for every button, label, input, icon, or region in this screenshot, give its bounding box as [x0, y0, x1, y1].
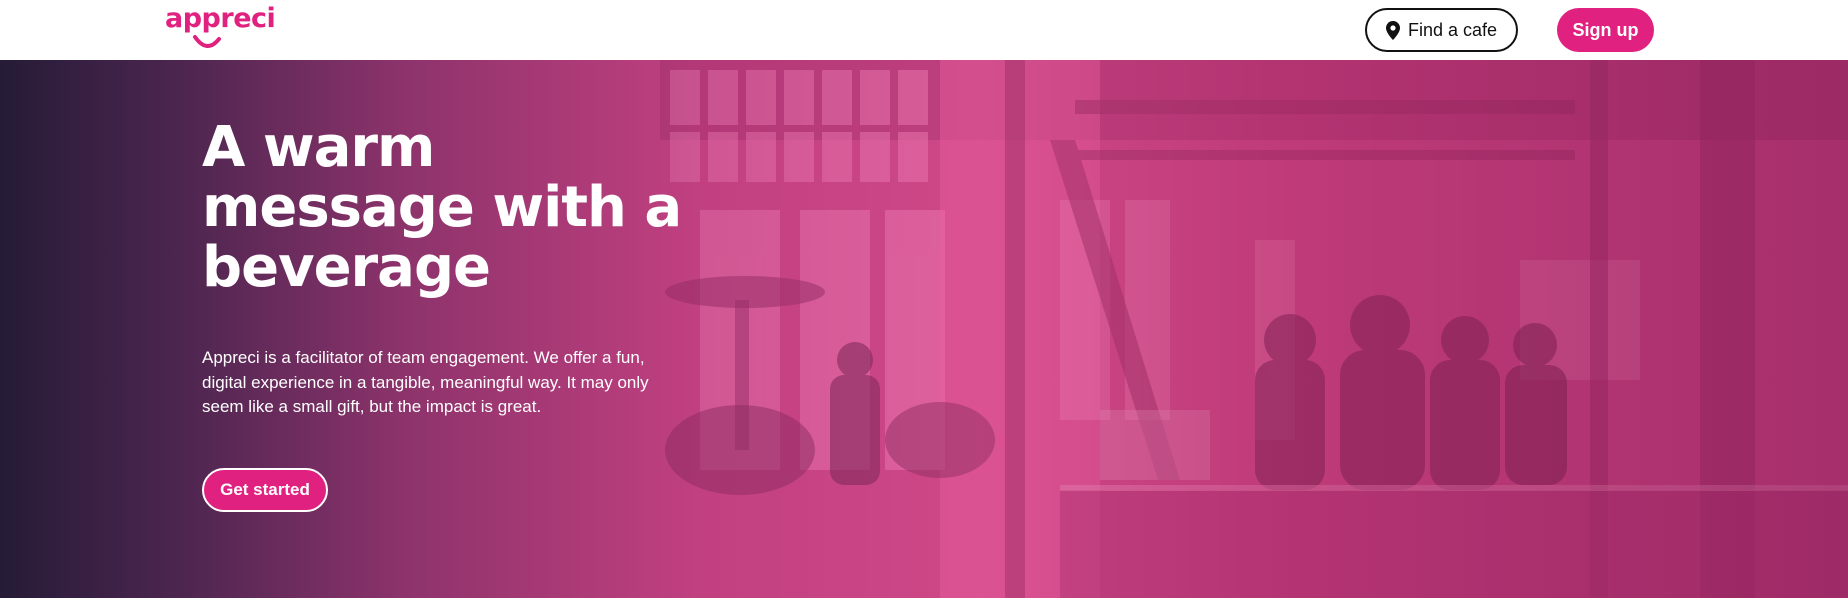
- sign-up-button[interactable]: Sign up: [1557, 8, 1654, 52]
- hero-title: A warm message with a beverage: [202, 115, 682, 300]
- find-cafe-label: Find a cafe: [1407, 19, 1498, 40]
- map-pin-icon: [1385, 20, 1400, 40]
- hero-section: A warm message with a beverage Appreci i…: [0, 60, 1848, 598]
- site-header: appreci Find a cafe Sign up: [0, 0, 1848, 60]
- hero-description: Appreci is a facilitator of team engagem…: [202, 348, 649, 416]
- get-started-button[interactable]: Get started: [202, 468, 328, 512]
- find-cafe-button[interactable]: Find a cafe: [1365, 8, 1518, 52]
- sign-up-label: Sign up: [1572, 19, 1639, 40]
- logo-link[interactable]: appreci: [165, 3, 276, 54]
- smile-icon: [193, 35, 221, 48]
- logo-wordmark: appreci: [165, 3, 276, 34]
- get-started-label: Get started: [220, 480, 310, 499]
